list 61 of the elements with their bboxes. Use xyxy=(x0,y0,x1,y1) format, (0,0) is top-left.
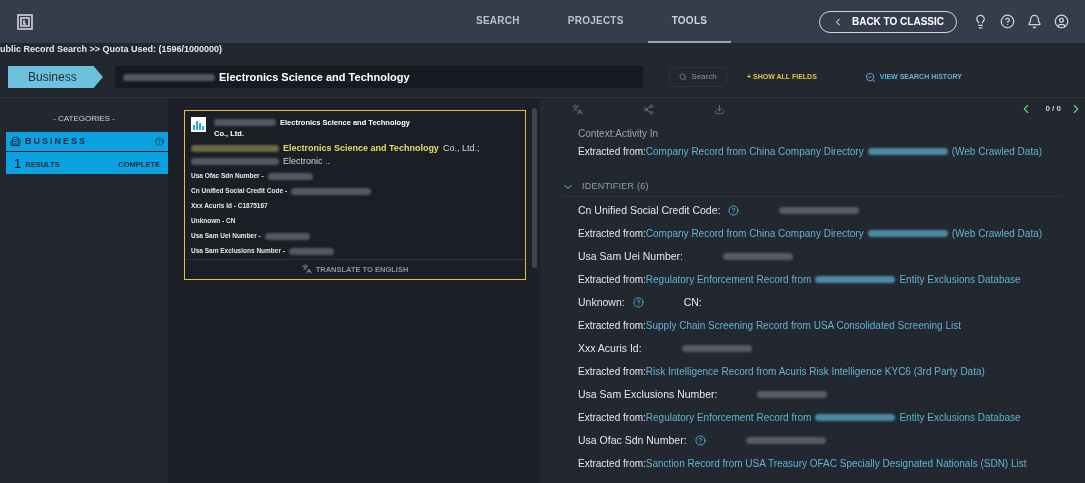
field-value: CN: xyxy=(683,294,702,310)
field-label: Context:Activity In xyxy=(578,128,659,140)
result-count: 1 xyxy=(14,156,22,172)
panel-title: - CATEGORIES - xyxy=(53,114,115,123)
query-text: Electronics Science and Technology xyxy=(219,69,410,85)
source-link[interactable]: Company Record from China Company Directory xyxy=(645,144,864,159)
source-label: Extracted from: xyxy=(578,145,646,159)
company-logo-icon xyxy=(191,117,206,132)
field-label: Cn Unified Social Credit Code: xyxy=(578,202,721,218)
search-icon xyxy=(679,73,688,81)
redacted-text xyxy=(214,119,276,127)
field-label: Usa Sam Exclusions Number: xyxy=(578,386,718,402)
field-label: Usa Ofac Sdn Number: xyxy=(578,432,687,448)
source-link[interactable]: Risk Intelligence Record from Acuris Risk Intelligence KYC6 (3rd Party Data) xyxy=(645,364,985,379)
result-card[interactable] xyxy=(184,110,526,280)
help-icon[interactable] xyxy=(155,137,164,146)
source-link[interactable]: (Web Crawled Data) xyxy=(951,144,1043,159)
query-field[interactable]: Electronics Science and Technology xyxy=(115,66,643,88)
category-tag: Business xyxy=(8,66,103,88)
nav-tab[interactable]: SEARCH xyxy=(452,0,544,43)
source-label: Extracted from: xyxy=(578,227,646,241)
source-label: Extracted from: xyxy=(578,457,646,471)
source-link[interactable]: Supply Chain Screening Record from USA Consolidated Screening List xyxy=(645,318,961,333)
field-label: Usa Sam Uei Number: xyxy=(578,248,684,264)
source-label: Extracted from: xyxy=(578,273,646,287)
download-icon[interactable] xyxy=(714,103,725,115)
nav-tab[interactable]: PROJECTS xyxy=(543,0,648,43)
breadcrumb: ublic Record Search >> Quota Used: (1596/1000000) xyxy=(0,43,223,57)
logo-icon xyxy=(16,11,34,32)
field-label: Unknown: xyxy=(578,294,625,310)
scrollbar[interactable] xyxy=(532,108,537,268)
pager-count: 0 / 0 xyxy=(1045,103,1061,115)
nav-tab[interactable]: TOOLS xyxy=(647,0,732,43)
source-link[interactable]: Sanction Record from USA Treasury OFAC Specially Designated Nationals (SDN) List xyxy=(645,456,1027,471)
search-field[interactable]: Search xyxy=(669,67,727,87)
source-link[interactable]: Regulatory Enforcement Record from xyxy=(645,410,812,425)
source-label: Extracted from: xyxy=(578,319,646,333)
section-title[interactable]: IDENTIFIER (6) xyxy=(582,179,649,194)
share-icon[interactable] xyxy=(643,103,654,115)
building-icon xyxy=(10,136,21,147)
source-label: Extracted from: xyxy=(578,365,646,379)
source-link[interactable]: Company Record from China Company Directory xyxy=(645,226,864,241)
field-label: Xxx Acuris Id: xyxy=(578,340,642,356)
matched-name: Electronic .. xyxy=(283,155,331,168)
translate-icon xyxy=(301,264,312,275)
search-history-icon xyxy=(864,71,876,83)
source-link[interactable]: Entity Exclusions Database xyxy=(899,272,1021,287)
help-icon[interactable] xyxy=(632,297,644,308)
source-link[interactable]: Regulatory Enforcement Record from xyxy=(645,272,812,287)
notification-icon[interactable] xyxy=(1027,14,1042,29)
lightbulb-icon[interactable] xyxy=(973,14,988,29)
source-link[interactable]: Entity Exclusions Database xyxy=(899,410,1021,425)
help-icon[interactable] xyxy=(694,435,706,446)
matched-name-suffix: Co., Ltd.; xyxy=(442,141,480,155)
category-name: BUSINESS xyxy=(25,134,87,148)
source-link[interactable]: (Web Crawled Data) xyxy=(951,226,1043,241)
translate-icon[interactable] xyxy=(572,103,583,115)
user-icon[interactable] xyxy=(1054,14,1069,29)
matched-name: Electronics Science and Technology xyxy=(283,141,439,155)
source-label: Extracted from: xyxy=(578,411,646,425)
help-icon[interactable] xyxy=(728,205,740,216)
